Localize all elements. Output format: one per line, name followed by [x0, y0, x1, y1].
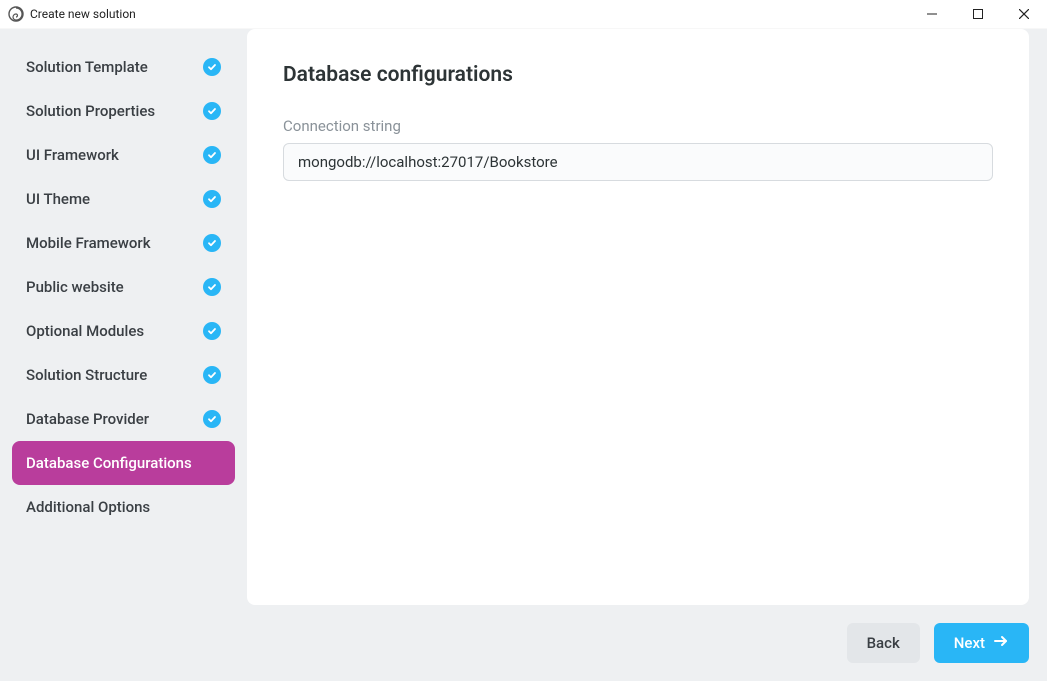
check-icon: [203, 146, 221, 164]
check-icon: [203, 102, 221, 120]
sidebar-item-label: Solution Properties: [26, 102, 155, 120]
sidebar-item-solution-properties[interactable]: Solution Properties: [12, 89, 235, 133]
sidebar-item-label: Additional Options: [26, 498, 150, 516]
sidebar-item-database-provider[interactable]: Database Provider: [12, 397, 235, 441]
sidebar-item-label: Database Provider: [26, 410, 149, 428]
back-button-label: Back: [867, 634, 900, 652]
check-icon: [203, 58, 221, 76]
next-button[interactable]: Next: [934, 623, 1029, 663]
connection-string-label: Connection string: [283, 117, 993, 135]
check-icon: [203, 410, 221, 428]
minimize-button[interactable]: [909, 0, 955, 28]
sidebar-item-label: UI Framework: [26, 146, 119, 164]
check-icon: [203, 366, 221, 384]
close-button[interactable]: [1001, 0, 1047, 28]
check-icon: [203, 322, 221, 340]
window-title: Create new solution: [30, 7, 136, 21]
arrow-right-icon: [993, 633, 1009, 653]
window-controls: [909, 0, 1047, 28]
sidebar-item-label: Optional Modules: [26, 322, 144, 340]
wizard-footer: Back Next: [247, 623, 1029, 663]
check-icon: [203, 278, 221, 296]
sidebar-item-label: UI Theme: [26, 190, 90, 208]
sidebar-item-ui-framework[interactable]: UI Framework: [12, 133, 235, 177]
sidebar-item-label: Database Configurations: [26, 454, 192, 472]
app-body: Solution Template Solution Properties UI F…: [0, 29, 1047, 681]
titlebar-left: Create new solution: [8, 6, 136, 22]
sidebar-item-additional-options[interactable]: Additional Options: [12, 485, 235, 529]
back-button[interactable]: Back: [847, 623, 920, 663]
content-card: Database configurations Connection strin…: [247, 29, 1029, 605]
page-title: Database configurations: [283, 63, 993, 87]
sidebar-item-optional-modules[interactable]: Optional Modules: [12, 309, 235, 353]
sidebar-item-label: Solution Structure: [26, 366, 147, 384]
sidebar-item-database-configurations[interactable]: Database Configurations: [12, 441, 235, 485]
check-icon: [203, 234, 221, 252]
maximize-button[interactable]: [955, 0, 1001, 28]
titlebar: Create new solution: [0, 0, 1047, 29]
connection-string-input[interactable]: [283, 143, 993, 181]
sidebar-item-mobile-framework[interactable]: Mobile Framework: [12, 221, 235, 265]
next-button-label: Next: [954, 634, 985, 652]
sidebar-item-public-website[interactable]: Public website: [12, 265, 235, 309]
sidebar: Solution Template Solution Properties UI F…: [0, 29, 247, 681]
check-icon: [203, 190, 221, 208]
content-wrap: Database configurations Connection strin…: [247, 29, 1047, 681]
app-icon: [8, 6, 24, 22]
sidebar-item-ui-theme[interactable]: UI Theme: [12, 177, 235, 221]
sidebar-item-solution-structure[interactable]: Solution Structure: [12, 353, 235, 397]
sidebar-item-solution-template[interactable]: Solution Template: [12, 45, 235, 89]
sidebar-item-label: Mobile Framework: [26, 234, 151, 252]
sidebar-list: Solution Template Solution Properties UI F…: [12, 45, 235, 529]
sidebar-item-label: Public website: [26, 278, 124, 296]
sidebar-item-label: Solution Template: [26, 58, 148, 76]
